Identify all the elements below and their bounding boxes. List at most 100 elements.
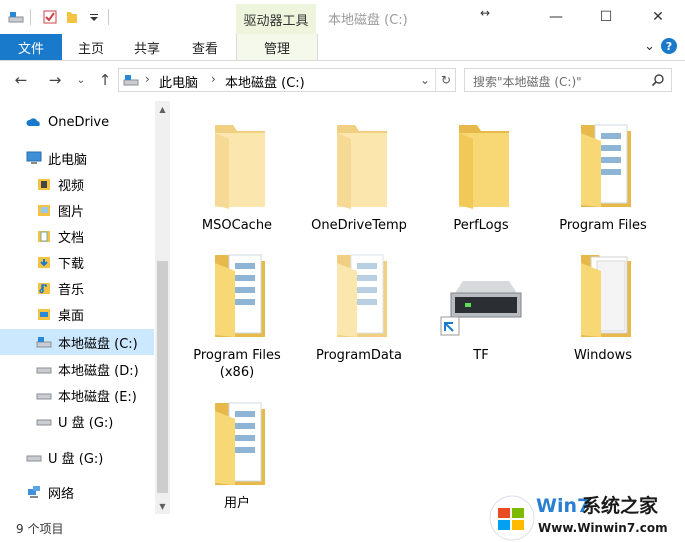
maximize-button[interactable]: ☐ bbox=[583, 0, 629, 34]
empty-folder-icon bbox=[215, 125, 265, 209]
pictures-folder-icon bbox=[38, 205, 50, 216]
watermark-brand-cn: 系统之家 bbox=[582, 494, 659, 517]
sidebar-item-documents[interactable]: 文档 bbox=[0, 223, 154, 249]
tab-home[interactable]: 主页 bbox=[78, 34, 104, 60]
win7-watermark-logo: Win7 系统之家 Www.Winwin7.com bbox=[489, 494, 668, 541]
folder-item[interactable]: OneDriveTemp bbox=[299, 113, 419, 234]
network-icon bbox=[28, 486, 40, 498]
up-arrow-icon[interactable]: ↑ bbox=[94, 69, 116, 91]
sidebar-item-local-disk-e[interactable]: 本地磁盘 (E:) bbox=[0, 382, 154, 408]
sidebar-item-label: U 盘 (G:) bbox=[48, 451, 104, 467]
scrollbar-thumb[interactable] bbox=[157, 261, 168, 493]
title-bar: 驱动器工具 本地磁盘 (C:) ↔ — ☐ ✕ bbox=[0, 0, 685, 34]
folder-item[interactable]: Program Files bbox=[543, 113, 663, 234]
sidebar-item-videos[interactable]: 视频 bbox=[0, 171, 154, 197]
empty-folder-icon bbox=[337, 125, 387, 209]
navigation-pane: OneDrive 此电脑 视频 图片 文档 下载 音乐 桌面 本地磁盘 (C:)… bbox=[0, 101, 170, 514]
address-history-chevron-icon[interactable]: ⌄ bbox=[415, 69, 435, 91]
back-arrow-icon[interactable]: ← bbox=[10, 69, 32, 91]
tab-manage[interactable]: 管理 bbox=[236, 34, 318, 60]
sidebar-item-usb-g[interactable]: U 盘 (G:) bbox=[0, 408, 154, 434]
item-label: ProgramData bbox=[316, 348, 402, 363]
folder-with-files-icon bbox=[215, 254, 265, 337]
watermark-url: Www.Winwin7.com bbox=[538, 521, 668, 535]
item-label: Windows bbox=[573, 348, 633, 363]
sidebar-item-this-pc[interactable]: 此电脑 bbox=[0, 145, 154, 171]
sidebar-item-label: 此电脑 bbox=[48, 152, 88, 168]
drive-icon bbox=[123, 75, 139, 86]
search-icon[interactable] bbox=[651, 73, 665, 87]
sidebar-item-music[interactable]: 音乐 bbox=[0, 275, 154, 301]
refresh-icon[interactable]: ↻ bbox=[435, 69, 456, 91]
close-button[interactable]: ✕ bbox=[635, 0, 681, 34]
tab-view[interactable]: 查看 bbox=[192, 34, 218, 60]
scroll-down-arrow-icon[interactable]: ▼ bbox=[155, 498, 170, 514]
quick-access-separator bbox=[30, 9, 31, 25]
downloads-folder-icon bbox=[38, 257, 50, 268]
folder-item[interactable]: PerfLogs bbox=[421, 113, 541, 234]
sidebar-item-local-disk-d[interactable]: 本地磁盘 (D:) bbox=[0, 356, 154, 382]
drive-shortcut-item[interactable]: TF bbox=[421, 243, 541, 364]
sidebar-item-label: 下载 bbox=[58, 256, 85, 272]
drive-tools-context-tab: 驱动器工具 bbox=[236, 4, 316, 34]
drive-app-icon[interactable] bbox=[8, 9, 24, 25]
quick-access-separator bbox=[108, 9, 109, 25]
sidebar-item-network[interactable]: 网络 bbox=[0, 479, 154, 505]
music-folder-icon bbox=[38, 283, 50, 294]
scroll-up-arrow-icon[interactable]: ▲ bbox=[155, 101, 170, 117]
address-bar[interactable]: › 此电脑 › 本地磁盘 (C:) ⌄ ↻ bbox=[118, 68, 456, 92]
search-placeholder: 搜索"本地磁盘 (C:)" bbox=[473, 75, 582, 89]
sidebar-scrollbar[interactable]: ▲ ▼ bbox=[155, 101, 170, 514]
folder-item[interactable]: Windows bbox=[543, 243, 663, 364]
videos-folder-icon bbox=[38, 179, 50, 190]
sidebar-item-pictures[interactable]: 图片 bbox=[0, 197, 154, 223]
new-folder-icon[interactable] bbox=[64, 9, 80, 25]
item-label: Program Files bbox=[559, 218, 647, 233]
drive-icon bbox=[36, 367, 52, 374]
recent-locations-chevron-icon[interactable]: ⌄ bbox=[72, 69, 90, 91]
window-title: 本地磁盘 (C:) bbox=[328, 13, 408, 28]
properties-checkbox-icon[interactable] bbox=[42, 9, 58, 25]
item-label: TF bbox=[473, 348, 489, 363]
item-label: 用户 bbox=[223, 496, 250, 511]
sidebar-item-label: 文档 bbox=[58, 230, 85, 246]
ribbon-tabs: 文件 主页 共享 查看 管理 ⌄ ? bbox=[0, 34, 685, 61]
breadcrumb-separator-icon[interactable]: › bbox=[211, 72, 216, 86]
sidebar-item-label: 桌面 bbox=[58, 308, 85, 324]
tab-file[interactable]: 文件 bbox=[0, 34, 62, 60]
item-label: PerfLogs bbox=[453, 218, 509, 233]
breadcrumb-this-pc[interactable]: 此电脑 bbox=[159, 72, 198, 91]
sidebar-item-label: U 盘 (G:) bbox=[58, 415, 114, 431]
drive-shortcut-icon bbox=[440, 281, 522, 336]
sidebar-item-label: 网络 bbox=[48, 486, 75, 502]
folder-item[interactable]: Program Files (x86) bbox=[177, 243, 297, 381]
system-drive-icon bbox=[36, 337, 52, 348]
folder-item[interactable]: MSOCache bbox=[177, 113, 297, 234]
folder-item[interactable]: 用户 bbox=[177, 391, 297, 512]
minimize-button[interactable]: — bbox=[533, 0, 579, 34]
item-label: Program Files (x86) bbox=[193, 348, 281, 380]
sidebar-item-onedrive[interactable]: OneDrive bbox=[0, 109, 154, 135]
usb-drive-icon bbox=[26, 455, 42, 462]
resize-arrows-icon: ↔ bbox=[480, 6, 491, 20]
help-icon[interactable]: ? bbox=[661, 38, 677, 54]
file-list-pane: MSOCache OneDriveTemp PerfLogs Program F… bbox=[171, 101, 685, 514]
sidebar-item-label: 本地磁盘 (D:) bbox=[58, 363, 139, 379]
sidebar-item-local-disk-c[interactable]: 本地磁盘 (C:) bbox=[0, 329, 154, 355]
search-input[interactable]: 搜索"本地磁盘 (C:)" bbox=[464, 68, 672, 92]
tab-share[interactable]: 共享 bbox=[134, 34, 160, 60]
forward-arrow-icon[interactable]: → bbox=[44, 69, 66, 91]
sidebar-item-usb-g-root[interactable]: U 盘 (G:) bbox=[0, 444, 154, 470]
breadcrumb-separator-icon[interactable]: › bbox=[145, 72, 150, 86]
sidebar-item-label: 音乐 bbox=[58, 282, 85, 298]
sidebar-item-label: 本地磁盘 (E:) bbox=[58, 389, 137, 405]
customize-quick-access-icon[interactable] bbox=[86, 9, 102, 25]
desktop-folder-icon bbox=[38, 309, 50, 320]
item-label: MSOCache bbox=[201, 218, 273, 233]
folder-item[interactable]: ProgramData bbox=[299, 243, 419, 364]
usb-drive-icon bbox=[36, 419, 52, 426]
sidebar-item-desktop[interactable]: 桌面 bbox=[0, 301, 154, 327]
expand-ribbon-chevron-icon[interactable]: ⌄ bbox=[644, 39, 655, 54]
breadcrumb-local-disk-c[interactable]: 本地磁盘 (C:) bbox=[225, 72, 305, 91]
sidebar-item-downloads[interactable]: 下载 bbox=[0, 249, 154, 275]
